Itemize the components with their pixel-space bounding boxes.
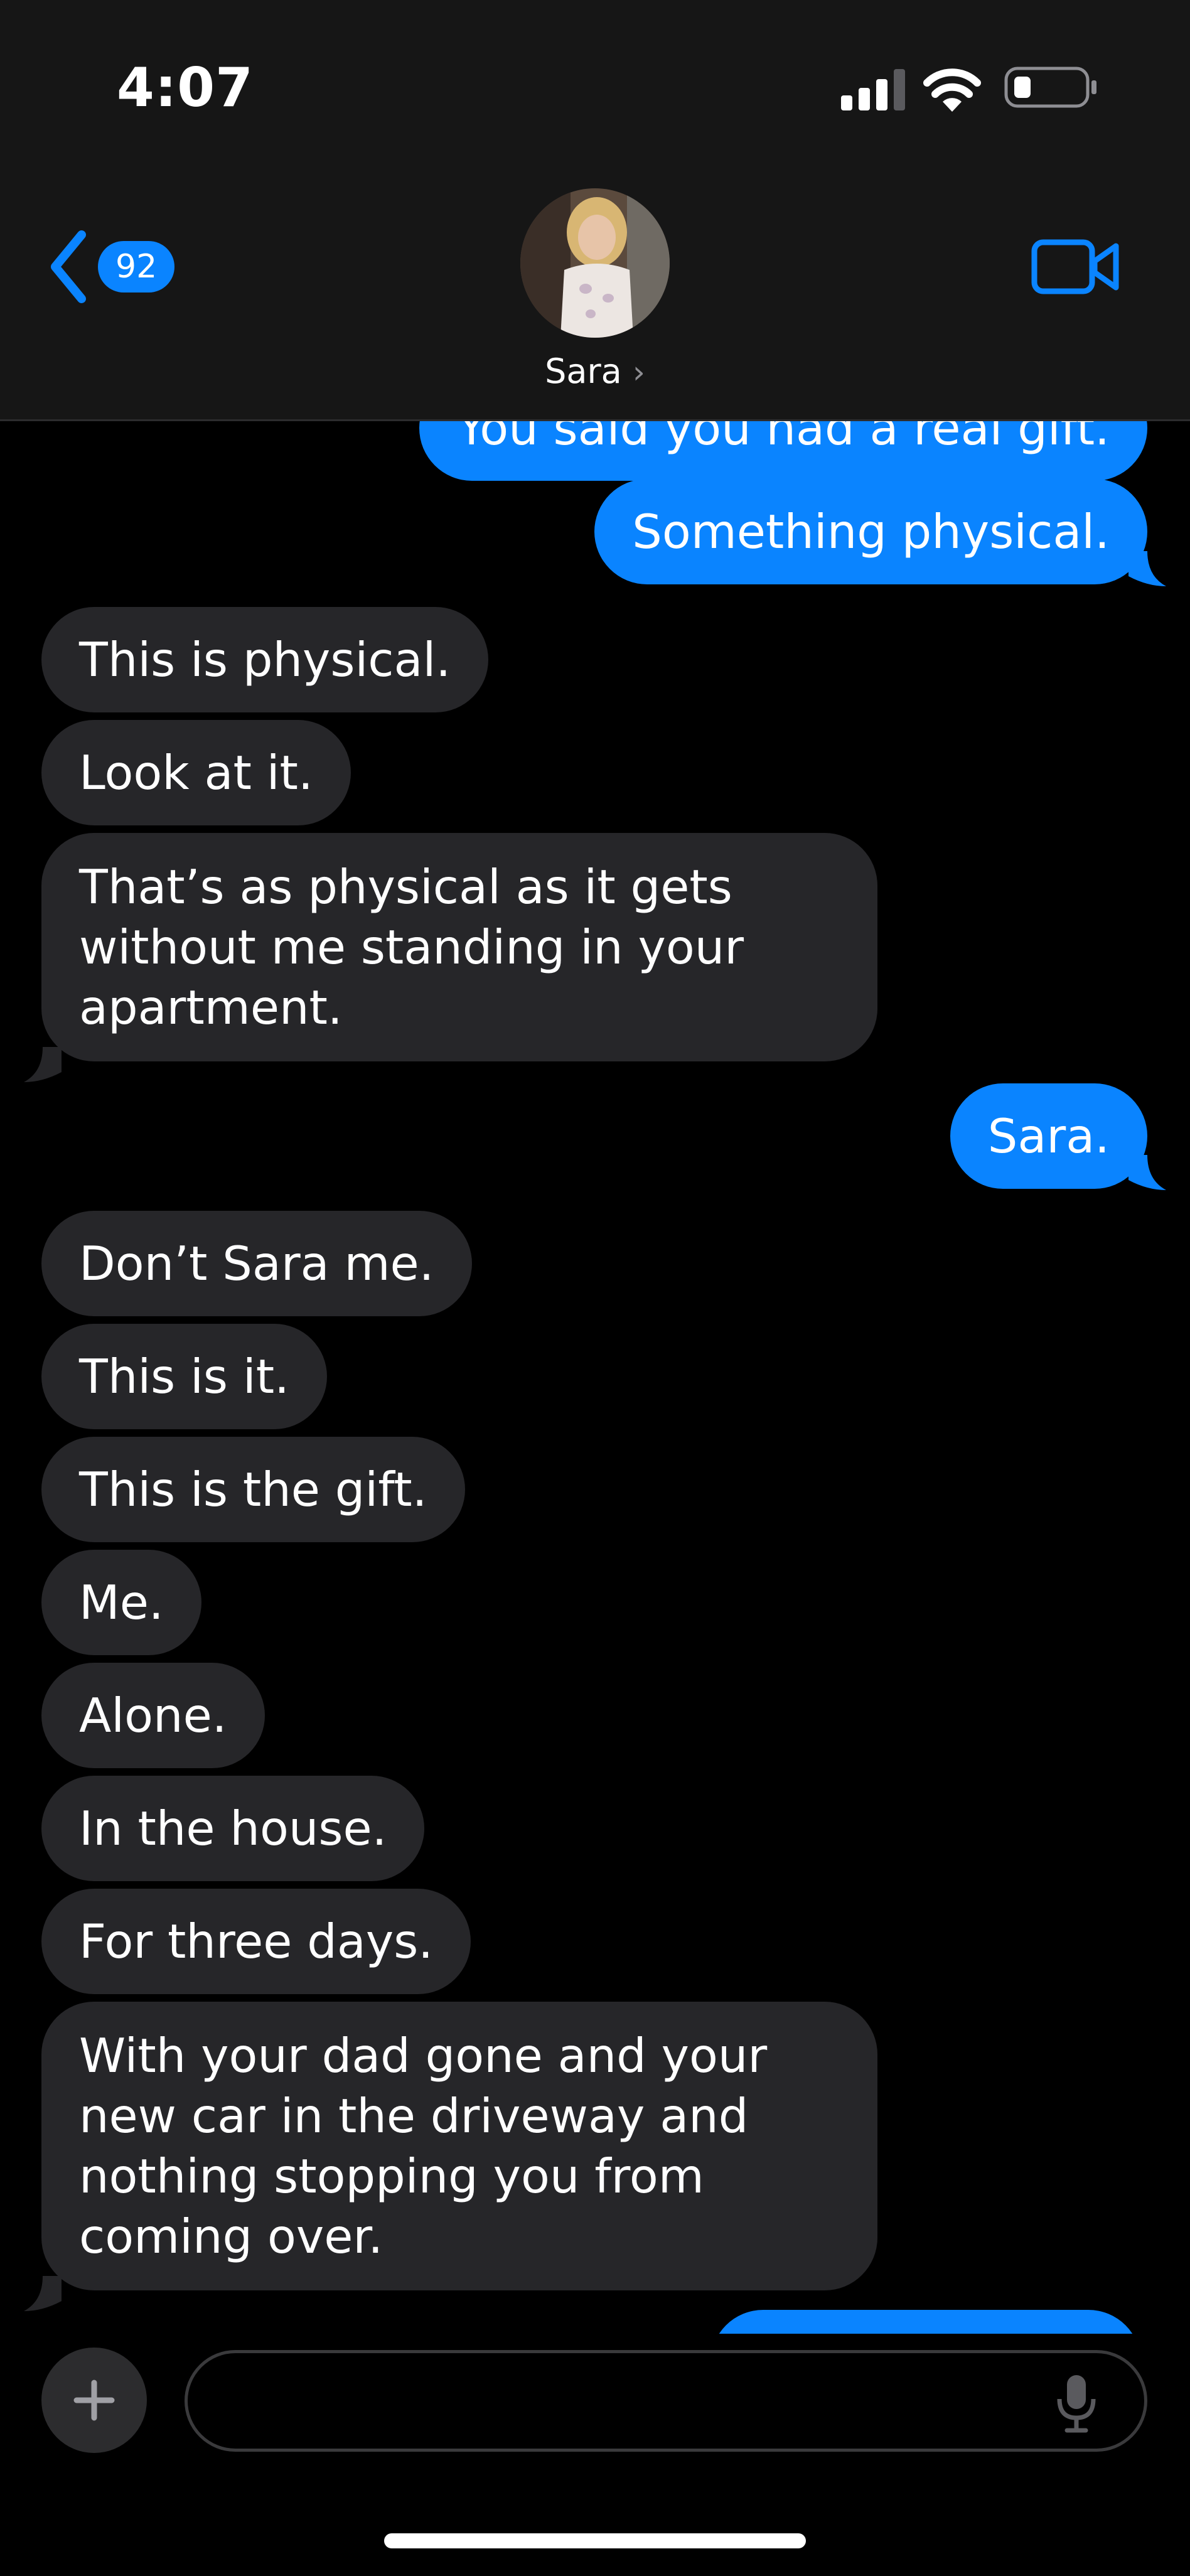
plus-button[interactable]	[41, 2348, 147, 2453]
bubble-tail	[24, 1047, 62, 1082]
battery-icon	[1004, 67, 1096, 108]
bubble-tail	[24, 2276, 62, 2311]
message-bubble-outgoing[interactable]: Something physical.	[594, 479, 1147, 584]
wifi-icon	[923, 68, 981, 112]
bubble-tail	[1128, 1155, 1166, 1190]
message-bubble-incoming[interactable]: With your dad gone and your new car in t…	[41, 2002, 877, 2290]
contact-name-label[interactable]: Sara	[545, 352, 622, 391]
message-input[interactable]	[185, 2350, 1147, 2452]
chevron-right-icon: ›	[632, 354, 645, 390]
message-bubble-outgoing[interactable]: Sara.	[950, 1083, 1147, 1189]
signal-icon	[841, 69, 905, 110]
unread-count-badge[interactable]: 92	[98, 241, 175, 292]
message-bubble-incoming[interactable]: Alone.	[41, 1663, 265, 1768]
bubble-tail	[1128, 551, 1166, 586]
message-bubble-outgoing-partial[interactable]	[710, 2310, 1141, 2334]
conversation-header: 4:07 92 Sara ›	[0, 0, 1190, 421]
message-bubble-incoming[interactable]: For three days.	[41, 1889, 471, 1994]
message-bubble-incoming[interactable]: That’s as physical as it gets without me…	[41, 833, 877, 1061]
video-camera-icon[interactable]	[1029, 232, 1123, 301]
microphone-icon[interactable]	[1054, 2373, 1098, 2433]
contact-avatar[interactable]	[520, 188, 670, 338]
message-bubble-incoming[interactable]: Me.	[41, 1550, 201, 1655]
message-thread[interactable]: You said you had a real gift. Something …	[0, 419, 1190, 2334]
message-bubble-outgoing[interactable]: You said you had a real gift.	[419, 419, 1147, 481]
message-bubble-incoming[interactable]: Don’t Sara me.	[41, 1211, 472, 1316]
message-bubble-incoming[interactable]: This is it.	[41, 1324, 327, 1429]
message-bubble-incoming[interactable]: In the house.	[41, 1776, 425, 1881]
message-bubble-incoming[interactable]: This is physical.	[41, 607, 489, 712]
home-indicator	[384, 2533, 806, 2548]
message-bubble-incoming[interactable]: This is the gift.	[41, 1437, 465, 1542]
status-time: 4:07	[117, 56, 254, 119]
message-bubble-incoming[interactable]: Look at it.	[41, 720, 351, 825]
contact-name[interactable]: Sara ›	[0, 352, 1190, 391]
messages-screen: You said you had a real gift. Something …	[0, 0, 1190, 2576]
plus-icon	[73, 2380, 115, 2421]
